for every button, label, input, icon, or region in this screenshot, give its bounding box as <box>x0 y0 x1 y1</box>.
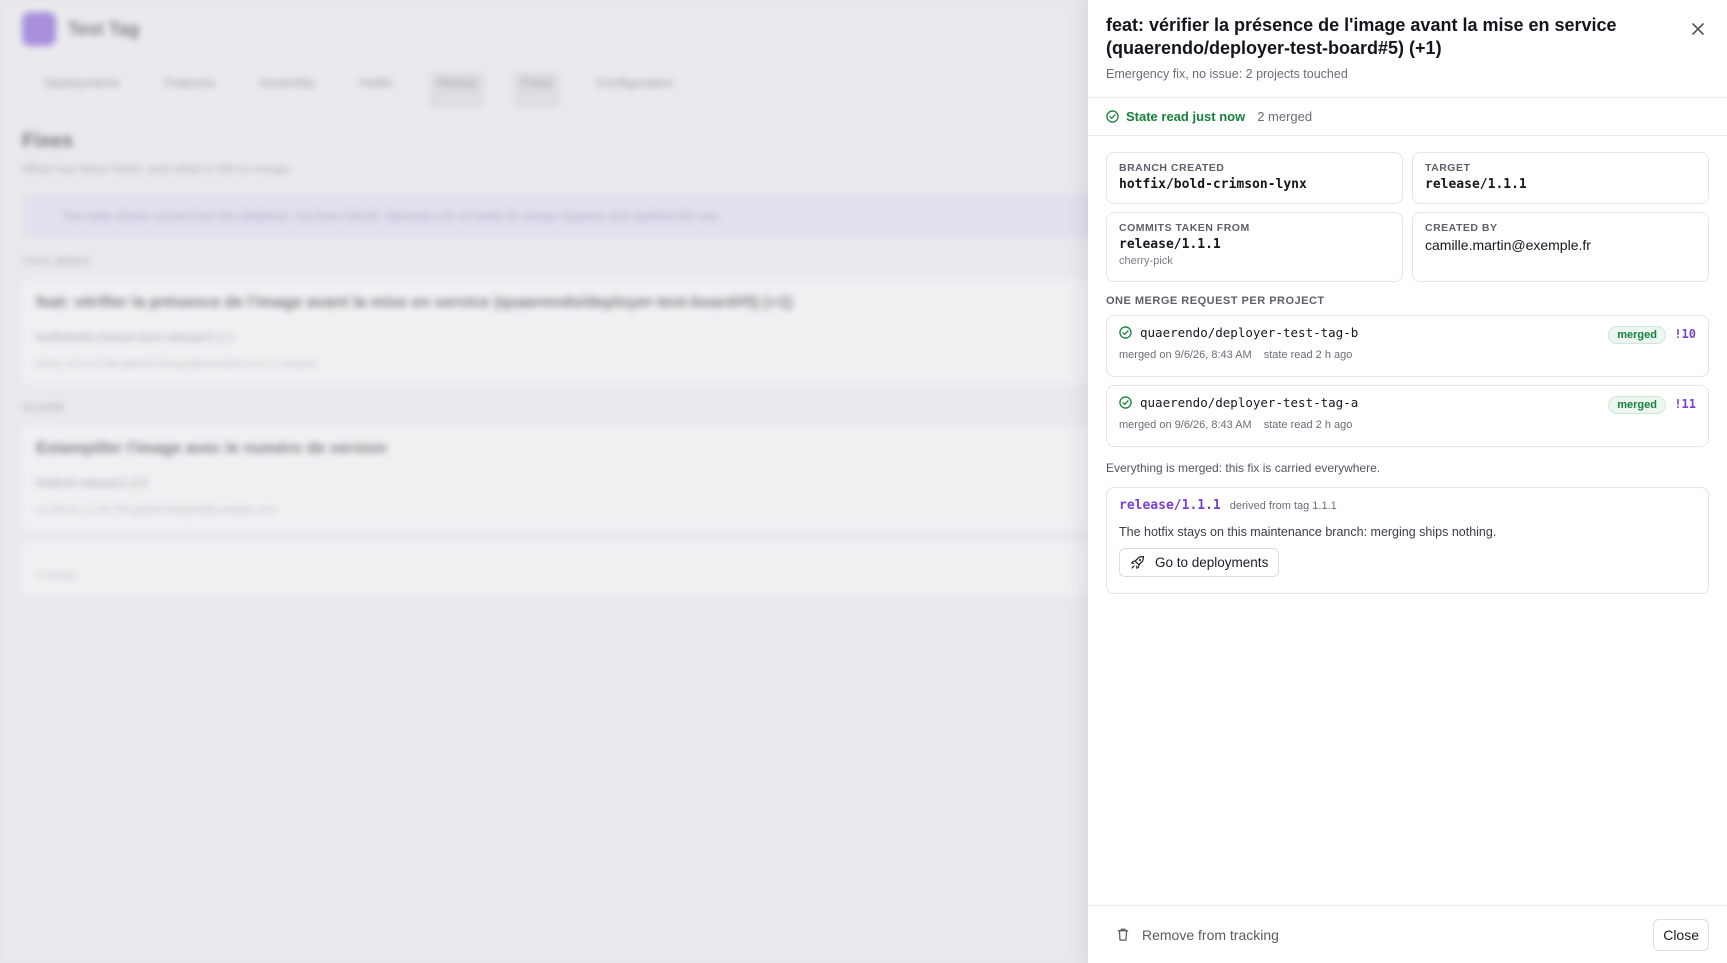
trash-icon <box>1117 928 1129 941</box>
mr-merged-on: merged on 9/6/26, 8:43 AM <box>1119 349 1252 361</box>
drawer-footer: Remove from tracking Close <box>1088 905 1727 963</box>
mr-state-read: state read 2 h ago <box>1263 419 1353 431</box>
check-circle-icon <box>1119 396 1132 409</box>
info-grid: BRANCH CREATED hotfix/bold-crimson-lynx … <box>1106 152 1709 282</box>
status-label: State read just now <box>1126 109 1246 124</box>
merged-badge: merged <box>1608 326 1666 344</box>
mr-project: quaerendo/deployer-test-tag-b <box>1140 325 1359 340</box>
remove-from-tracking-label: Remove from tracking <box>1142 926 1279 943</box>
go-to-deployments-label: Go to deployments <box>1155 555 1269 570</box>
release-branch: release/1.1.1 <box>1119 498 1221 513</box>
rocket-icon <box>1131 555 1145 569</box>
check-circle-icon <box>1106 110 1119 123</box>
mr-link[interactable]: !11 <box>1674 397 1696 411</box>
commits-from-note: cherry-pick <box>1119 255 1173 267</box>
merged-count: 2 merged <box>1257 109 1313 124</box>
release-row: release/1.1.1 derived from tag 1.1.1 <box>1119 498 1696 513</box>
check-circle-icon <box>1119 326 1132 339</box>
modal-overlay[interactable] <box>0 0 1088 963</box>
drawer-title: feat: vérifier la présence de l'image av… <box>1106 15 1617 58</box>
merged-badge: merged <box>1608 396 1666 414</box>
created-by-label: CREATED BY <box>1425 222 1498 234</box>
status-ok: State read just now <box>1106 109 1245 124</box>
target-label: TARGET <box>1425 162 1471 174</box>
drawer-header: feat: vérifier la présence de l'image av… <box>1088 0 1727 98</box>
commits-from-label: COMMITS TAKEN FROM <box>1119 222 1250 234</box>
drawer-body: BRANCH CREATED hotfix/bold-crimson-lynx … <box>1088 136 1727 594</box>
release-derived: derived from tag 1.1.1 <box>1229 500 1337 512</box>
merge-request-item: quaerendo/deployer-test-tag-b merged on … <box>1106 315 1709 377</box>
mr-state-read: state read 2 h ago <box>1263 349 1353 361</box>
fix-detail-drawer: feat: vérifier la présence de l'image av… <box>1088 0 1727 963</box>
merge-requests-title: ONE MERGE REQUEST PER PROJECT <box>1106 295 1325 307</box>
branch-created-label: BRANCH CREATED <box>1119 162 1225 174</box>
mr-project: quaerendo/deployer-test-tag-a <box>1140 395 1359 410</box>
target-box: TARGET release/1.1.1 <box>1412 152 1709 204</box>
commits-from-box: COMMITS TAKEN FROM release/1.1.1 cherry-… <box>1106 212 1403 282</box>
target-value: release/1.1.1 <box>1425 177 1527 192</box>
drawer-subtitle: Emergency fix, no issue: 2 projects touc… <box>1106 67 1348 81</box>
mr-link[interactable]: !10 <box>1674 327 1696 341</box>
remove-from-tracking-button[interactable]: Remove from tracking <box>1116 927 1279 943</box>
created-by-box: CREATED BY camille.martin@exemple.fr <box>1412 212 1709 282</box>
mr-merged-on: merged on 9/6/26, 8:43 AM <box>1119 419 1252 431</box>
release-box: release/1.1.1 derived from tag 1.1.1 The… <box>1106 487 1709 594</box>
branch-created-box: BRANCH CREATED hotfix/bold-crimson-lynx <box>1106 152 1403 204</box>
commits-from-value: release/1.1.1 <box>1119 237 1221 252</box>
close-icon[interactable] <box>1687 18 1709 40</box>
branch-created-value: hotfix/bold-crimson-lynx <box>1119 177 1307 192</box>
release-description: The hotfix stays on this maintenance bra… <box>1119 525 1497 539</box>
mr-meta: merged on 9/6/26, 8:43 AM state read 2 h … <box>1119 419 1696 431</box>
status-bar: State read just now 2 merged <box>1088 98 1727 136</box>
merged-note: Everything is merged: this fix is carrie… <box>1106 461 1381 475</box>
created-by-value: camille.martin@exemple.fr <box>1425 237 1591 253</box>
mr-meta: merged on 9/6/26, 8:43 AM state read 2 h … <box>1119 349 1696 361</box>
go-to-deployments-button[interactable]: Go to deployments <box>1119 548 1280 577</box>
close-button[interactable]: Close <box>1653 918 1709 951</box>
merge-request-item: quaerendo/deployer-test-tag-a merged on … <box>1106 385 1709 447</box>
